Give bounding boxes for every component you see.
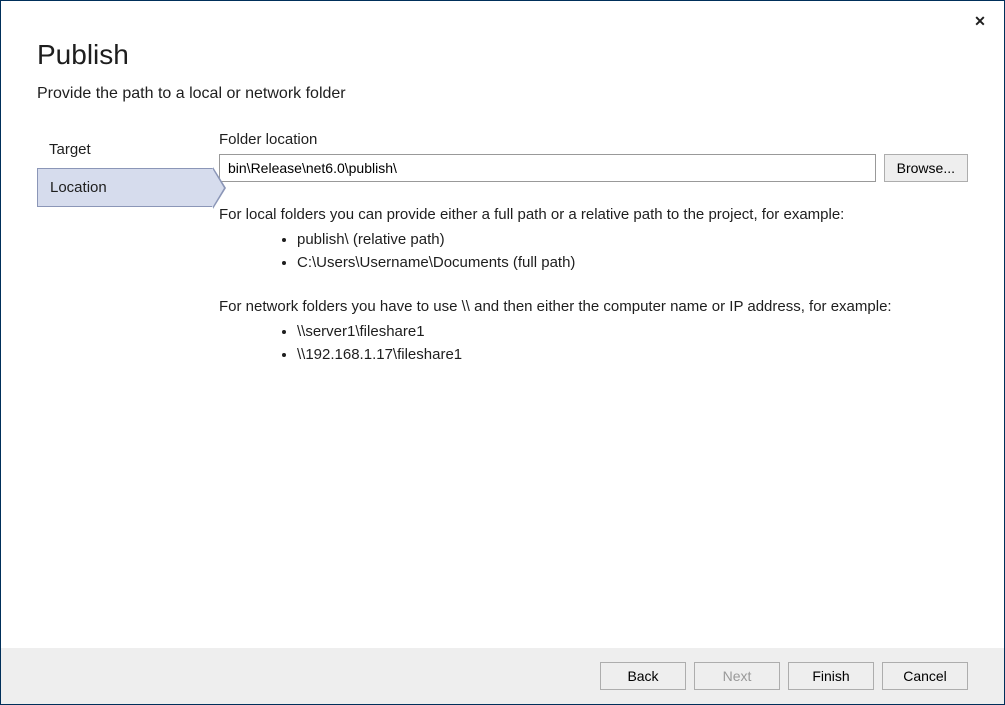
back-button[interactable]: Back [600, 662, 686, 690]
close-icon[interactable]: ✕ [968, 9, 992, 33]
header: Publish Provide the path to a local or n… [1, 1, 1004, 103]
local-help-intro: For local folders you can provide either… [219, 204, 968, 225]
finish-button[interactable]: Finish [788, 662, 874, 690]
local-help-list: publish\ (relative path) C:\Users\Userna… [219, 229, 968, 274]
list-item: C:\Users\Username\Documents (full path) [297, 252, 968, 275]
folder-location-row: Browse... [219, 154, 968, 182]
page-subtitle: Provide the path to a local or network f… [37, 85, 968, 103]
wizard-step-location[interactable]: Location [37, 168, 213, 207]
local-help-block: For local folders you can provide either… [219, 204, 968, 274]
body: Target Location Folder location Browse..… [1, 131, 1004, 388]
list-item: publish\ (relative path) [297, 229, 968, 252]
network-help-intro: For network folders you have to use \\ a… [219, 296, 968, 317]
folder-location-input[interactable] [219, 154, 876, 182]
page-title: Publish [37, 39, 968, 71]
next-button: Next [694, 662, 780, 690]
network-help-block: For network folders you have to use \\ a… [219, 296, 968, 366]
browse-button[interactable]: Browse... [884, 154, 968, 182]
list-item: \\192.168.1.17\fileshare1 [297, 344, 968, 367]
wizard-step-label: Target [49, 141, 91, 158]
cancel-button[interactable]: Cancel [882, 662, 968, 690]
list-item: \\server1\fileshare1 [297, 321, 968, 344]
network-help-list: \\server1\fileshare1 \\192.168.1.17\file… [219, 321, 968, 366]
wizard-nav: Target Location [37, 131, 213, 388]
footer: Back Next Finish Cancel [1, 648, 1004, 704]
wizard-step-target[interactable]: Target [37, 131, 213, 168]
folder-location-label: Folder location [219, 131, 968, 148]
content-area: Folder location Browse... For local fold… [213, 131, 968, 388]
wizard-step-label: Location [50, 179, 107, 196]
